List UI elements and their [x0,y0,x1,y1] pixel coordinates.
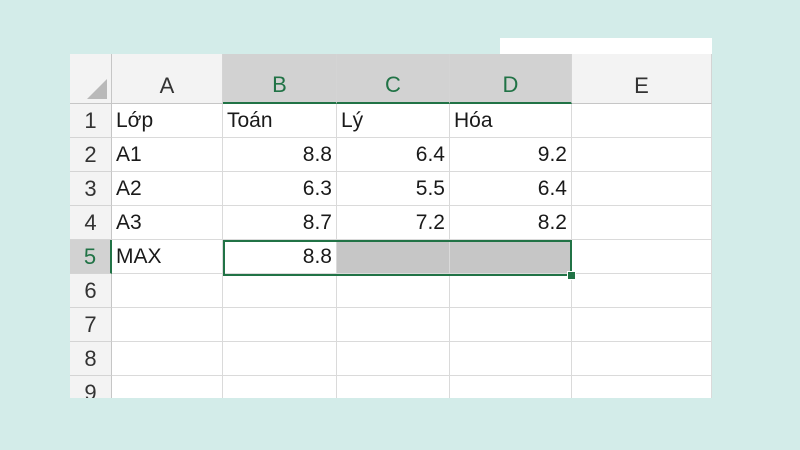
cell-d8[interactable] [450,342,572,376]
cell-b3[interactable]: 6.3 [223,172,337,206]
column-header-c[interactable]: C [337,54,450,104]
cell-c4[interactable]: 7.2 [337,206,450,240]
cell-e6[interactable] [572,274,712,308]
cell-c7[interactable] [337,308,450,342]
row-header-9[interactable]: 9 [70,376,112,398]
cell-c6[interactable] [337,274,450,308]
cell-e3[interactable] [572,172,712,206]
cell-b5-active[interactable]: 8.8 [223,240,337,274]
row-header-2[interactable]: 2 [70,138,112,172]
cell-e9[interactable] [572,376,712,398]
row-header-8[interactable]: 8 [70,342,112,376]
cell-d1[interactable]: Hóa [450,104,572,138]
row-header-7[interactable]: 7 [70,308,112,342]
row-header-1[interactable]: 1 [70,104,112,138]
cell-a6[interactable] [112,274,223,308]
row-header-3[interactable]: 3 [70,172,112,206]
cell-d5[interactable] [450,240,572,274]
cell-e5[interactable] [572,240,712,274]
spreadsheet-grid[interactable]: A B C D E 1 2 3 4 5 6 7 8 9 Lớp Toán Lý … [70,54,712,398]
cell-b8[interactable] [223,342,337,376]
cell-b6[interactable] [223,274,337,308]
cell-e4[interactable] [572,206,712,240]
cell-c5[interactable] [337,240,450,274]
column-header-e[interactable]: E [572,54,712,104]
cell-d7[interactable] [450,308,572,342]
cell-d9[interactable] [450,376,572,398]
cell-e1[interactable] [572,104,712,138]
cell-b9[interactable] [223,376,337,398]
cell-d2[interactable]: 9.2 [450,138,572,172]
cell-b7[interactable] [223,308,337,342]
column-header-b[interactable]: B [223,54,337,104]
cell-a7[interactable] [112,308,223,342]
cell-c1[interactable]: Lý [337,104,450,138]
cell-c2[interactable]: 6.4 [337,138,450,172]
toolbar-strip [500,38,712,55]
cell-e2[interactable] [572,138,712,172]
cell-c9[interactable] [337,376,450,398]
row-header-6[interactable]: 6 [70,274,112,308]
cell-b2[interactable]: 8.8 [223,138,337,172]
cell-d6[interactable] [450,274,572,308]
select-all-triangle-icon [87,79,107,99]
cell-a2[interactable]: A1 [112,138,223,172]
column-header-a[interactable]: A [112,54,223,104]
cell-c3[interactable]: 5.5 [337,172,450,206]
row-header-4[interactable]: 4 [70,206,112,240]
column-header-d[interactable]: D [450,54,572,104]
cell-a3[interactable]: A2 [112,172,223,206]
cell-d3[interactable]: 6.4 [450,172,572,206]
cell-a4[interactable]: A3 [112,206,223,240]
row-header-5[interactable]: 5 [70,240,112,274]
cell-c8[interactable] [337,342,450,376]
cell-a8[interactable] [112,342,223,376]
select-all-button[interactable] [70,54,112,104]
fill-handle[interactable] [567,271,576,280]
cell-a9[interactable] [112,376,223,398]
cell-e7[interactable] [572,308,712,342]
cell-b4[interactable]: 8.7 [223,206,337,240]
cell-a1[interactable]: Lớp [112,104,223,138]
cell-b1[interactable]: Toán [223,104,337,138]
cell-e8[interactable] [572,342,712,376]
cell-a5[interactable]: MAX [112,240,223,274]
cell-d4[interactable]: 8.2 [450,206,572,240]
